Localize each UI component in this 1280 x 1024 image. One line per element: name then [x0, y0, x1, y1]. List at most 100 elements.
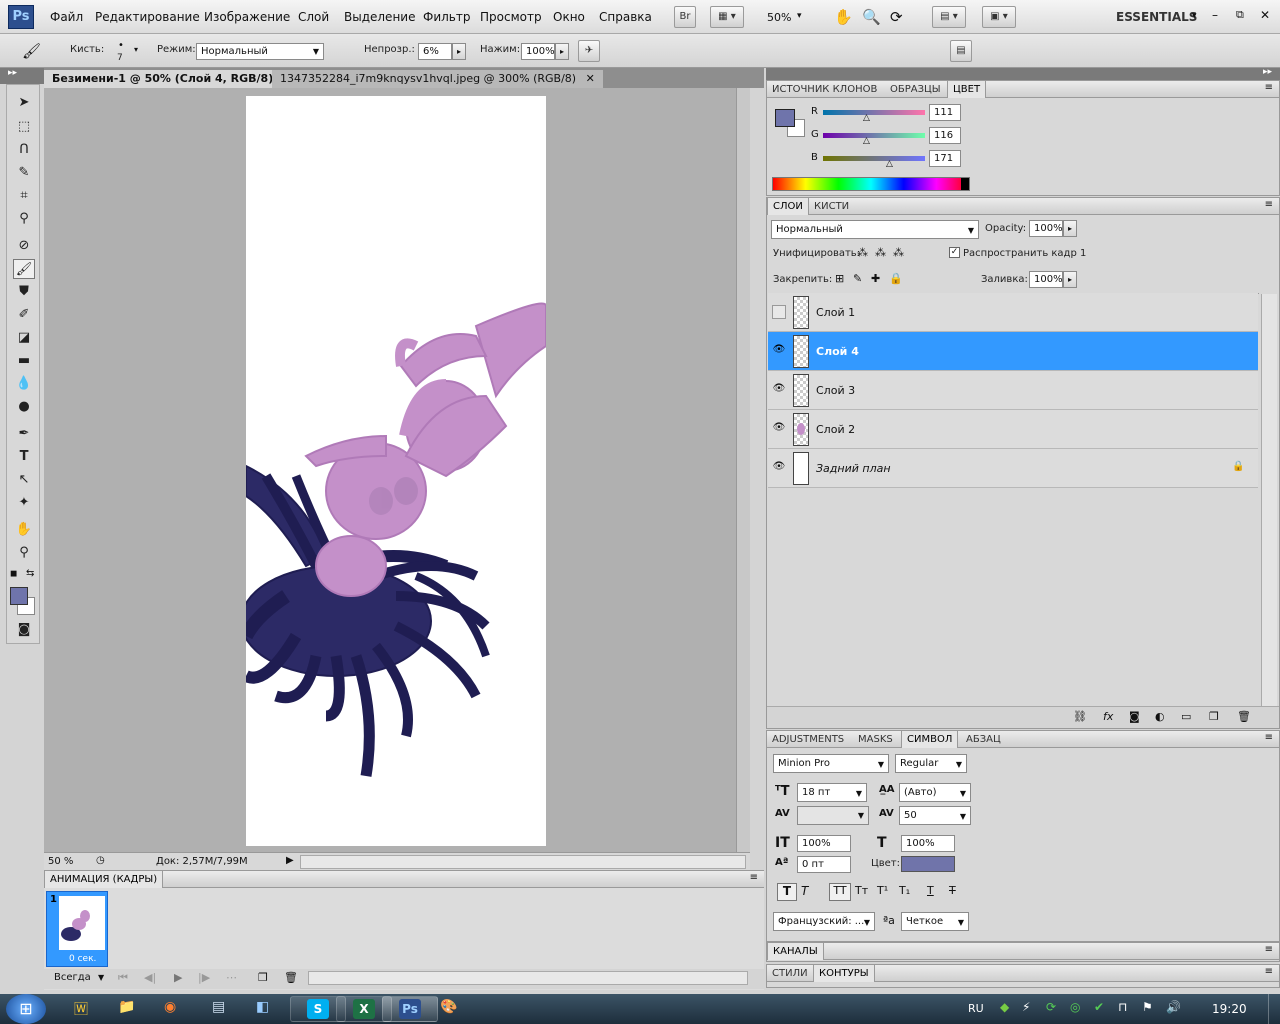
tab-layers[interactable]: СЛОИ	[767, 198, 809, 215]
close-icon[interactable]: ✕	[586, 72, 595, 85]
flow-slider-arrow-icon[interactable]: ▸	[555, 43, 569, 60]
zoom-level[interactable]: 50%	[767, 11, 791, 24]
status-zoom[interactable]: 50 %	[48, 856, 73, 867]
quick-mask-icon[interactable]: ◙	[13, 620, 35, 640]
subscript-button[interactable]: T₁	[899, 884, 910, 897]
underline-button[interactable]: T	[927, 884, 934, 897]
language-indicator[interactable]: RU	[968, 1002, 984, 1015]
text-color-swatch[interactable]	[901, 856, 955, 872]
layer-row[interactable]: 👁 Слой 3	[768, 371, 1258, 410]
close-icon[interactable]: ✕	[1260, 8, 1270, 22]
new-frame-icon[interactable]: ❐	[258, 971, 268, 984]
b-input[interactable]: 171	[929, 150, 961, 167]
status-menu-arrow-icon[interactable]: ▶	[286, 855, 294, 866]
marquee-tool-icon[interactable]: ⬚	[13, 117, 35, 137]
strikethrough-button[interactable]: T	[949, 884, 956, 897]
horizontal-scale-input[interactable]: 100%	[901, 835, 955, 852]
vertical-scrollbar[interactable]	[736, 88, 750, 852]
layer-row[interactable]: 👁 Слой 2	[768, 410, 1258, 449]
mode-select[interactable]: Нормальный ▼	[196, 43, 324, 60]
leading-input[interactable]: (Авто) ▼	[899, 783, 971, 802]
font-style-select[interactable]: Regular ▼	[895, 754, 967, 773]
layer-row[interactable]: Слой 1	[768, 293, 1258, 332]
kerning-input[interactable]: ▼	[797, 806, 869, 825]
brush-picker-arrow-icon[interactable]: ▾	[134, 45, 138, 54]
clone-stamp-tool-icon[interactable]: ⛊	[13, 282, 35, 302]
start-button[interactable]: ⊞	[6, 994, 46, 1024]
color-ramp-black[interactable]	[961, 178, 969, 190]
chevron-down-icon[interactable]: ▼	[98, 973, 104, 982]
r-slider[interactable]	[823, 110, 925, 115]
eye-icon[interactable]: 👁	[772, 422, 786, 436]
panel-menu-icon[interactable]: ≡	[1265, 199, 1273, 210]
flag-icon[interactable]: ⚑	[1142, 1000, 1153, 1014]
lasso-tool-icon[interactable]: ᑎ	[13, 140, 35, 160]
vertical-scale-input[interactable]: 100%	[797, 835, 851, 852]
tab-color[interactable]: ЦВЕТ	[947, 81, 987, 98]
r-input[interactable]: 111	[929, 104, 961, 121]
tab-paragraph[interactable]: АБЗАЦ	[961, 731, 1006, 748]
eye-icon[interactable]: 👁	[772, 383, 786, 397]
brush-panel-toggle-icon[interactable]: ▤	[950, 40, 972, 62]
fill-arrow-icon[interactable]: ▸	[1063, 271, 1077, 288]
propagate-checkbox[interactable]: ✓	[949, 247, 960, 258]
eye-icon[interactable]: 👁	[772, 461, 786, 475]
minimize-icon[interactable]: –	[1212, 8, 1218, 22]
animation-frame[interactable]: 1 0 сек.	[46, 891, 108, 967]
menu-view[interactable]: Просмотр	[480, 10, 542, 24]
tray-check-icon[interactable]: ✔	[1094, 1000, 1104, 1014]
tab-clone-source[interactable]: ИСТОЧНИК КЛОНОВ	[767, 81, 882, 98]
g-input[interactable]: 116	[929, 127, 961, 144]
canvas-area[interactable]	[44, 88, 750, 852]
type-tool-icon[interactable]: T	[13, 447, 35, 467]
baseline-shift-input[interactable]: 0 пт	[797, 856, 851, 873]
fill-input[interactable]: 100%	[1029, 271, 1063, 288]
view-extras-button[interactable]: ▦ ▾	[710, 6, 744, 28]
layer-row-selected[interactable]: 👁 Слой 4	[768, 332, 1258, 371]
layer-name[interactable]: Задний план	[816, 462, 891, 475]
default-colors-icon[interactable]: ◼	[10, 569, 17, 579]
tab-swatches[interactable]: ОБРАЗЦЫ	[885, 81, 946, 98]
font-family-select[interactable]: Minion Pro ▼	[773, 754, 889, 773]
antialias-select[interactable]: Четкое ▼	[901, 912, 969, 931]
flow-input[interactable]: 100%	[521, 43, 555, 60]
zoom-tool-icon[interactable]: ⚲	[13, 543, 35, 563]
document-canvas[interactable]	[246, 96, 546, 846]
firefox-icon[interactable]: ◉	[164, 999, 176, 1015]
media-player-icon[interactable]: ◧	[256, 999, 269, 1015]
menu-edit[interactable]: Редактирование	[95, 10, 200, 24]
workspace-switcher[interactable]: ESSENTIALS	[1116, 10, 1197, 24]
frame-time[interactable]: 0 сек.	[69, 954, 96, 964]
layer-name[interactable]: Слой 1	[816, 306, 855, 319]
layer-opacity-arrow-icon[interactable]: ▸	[1063, 220, 1077, 237]
new-group-icon[interactable]: ▭	[1181, 710, 1191, 723]
brush-size[interactable]: 7	[117, 53, 123, 63]
layer-name[interactable]: Слой 4	[816, 345, 859, 358]
tab-masks[interactable]: MASKS	[853, 731, 898, 748]
tracking-input[interactable]: 50 ▼	[899, 806, 971, 825]
toolbar-collapse-icon[interactable]: ▸▸	[0, 68, 44, 84]
tab-adjustments[interactable]: ADJUSTMENTS	[767, 731, 849, 748]
brush-tool-preset-icon[interactable]: 🖌	[22, 42, 41, 60]
hand-tool-icon[interactable]: ✋	[13, 520, 35, 540]
gradient-tool-icon[interactable]: ▬	[13, 351, 35, 371]
quick-select-tool-icon[interactable]: ✎	[13, 163, 35, 183]
loop-select[interactable]: Всегда	[54, 972, 91, 983]
status-info-icon[interactable]: ◷	[96, 855, 105, 866]
language-select[interactable]: Французский: ... ▼	[773, 912, 875, 931]
all-caps-button[interactable]: TT	[829, 883, 851, 901]
blend-mode-select[interactable]: Нормальный ▼	[771, 220, 979, 239]
healing-brush-tool-icon[interactable]: ⊘	[13, 236, 35, 256]
show-desktop-button[interactable]	[1268, 994, 1280, 1024]
path-select-tool-icon[interactable]: ↖	[13, 470, 35, 490]
lock-pixels-icon[interactable]: ✎	[853, 272, 862, 285]
brush-dot-icon[interactable]: •	[118, 40, 124, 51]
unify-position-icon[interactable]: ⁂	[857, 246, 868, 259]
lock-position-icon[interactable]: ✚	[871, 272, 880, 285]
dodge-tool-icon[interactable]: ●	[13, 397, 35, 417]
dock-collapse-icon[interactable]: ▸▸	[1263, 67, 1272, 77]
tween-icon[interactable]: ⋯	[226, 971, 237, 984]
panel-menu-icon[interactable]: ≡	[1265, 944, 1273, 955]
layer-opacity-input[interactable]: 100%	[1029, 220, 1063, 237]
shape-tool-icon[interactable]: ✦	[13, 493, 35, 513]
